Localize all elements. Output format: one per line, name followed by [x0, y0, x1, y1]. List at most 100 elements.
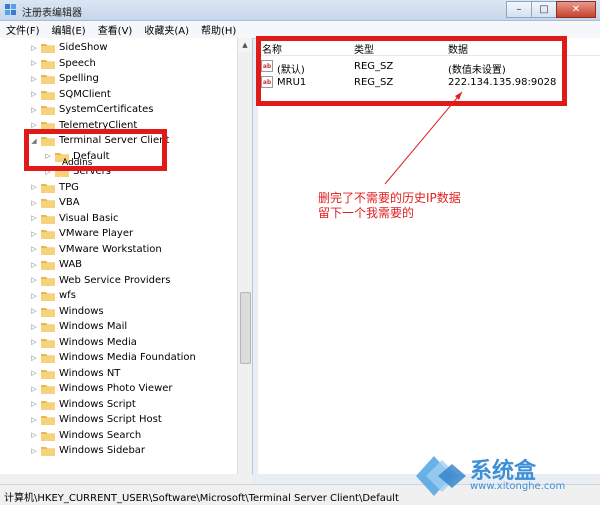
- menu-help[interactable]: 帮助(H): [195, 22, 242, 37]
- tree-item[interactable]: ▷ SideShow: [30, 40, 108, 55]
- folder-icon: [41, 321, 55, 332]
- expand-icon[interactable]: ▷: [30, 276, 38, 284]
- tree-item[interactable]: ▷ Windows Script: [30, 397, 136, 412]
- folder-icon: [41, 58, 55, 69]
- folder-icon: [41, 182, 55, 193]
- tree-item[interactable]: ▷ WAB: [30, 257, 82, 272]
- expand-icon[interactable]: ▷: [30, 230, 38, 238]
- expand-icon[interactable]: ▷: [30, 307, 38, 315]
- expand-icon[interactable]: ▷: [30, 447, 38, 455]
- window-title: 注册表编辑器: [22, 8, 82, 19]
- tree-item-label: WAB: [59, 259, 83, 270]
- folder-icon: [41, 259, 55, 270]
- tree-item-label: Windows Media Foundation: [59, 352, 196, 363]
- tree-item[interactable]: ▷ SQMClient: [30, 87, 111, 102]
- expand-icon[interactable]: ▷: [30, 245, 38, 253]
- expand-icon[interactable]: ▷: [30, 369, 38, 377]
- title-bar[interactable]: 注册表编辑器 – □ ✕: [0, 0, 600, 21]
- tree-item-label: Windows Media: [59, 336, 137, 348]
- expand-icon[interactable]: ▷: [30, 59, 38, 67]
- tree-item-label: SQMClient: [59, 88, 111, 100]
- expand-icon[interactable]: ▷: [30, 323, 38, 331]
- tree-item[interactable]: ▷ SystemCertificates: [30, 102, 153, 117]
- menu-view[interactable]: 查看(V): [92, 22, 139, 37]
- folder-icon: [41, 290, 55, 301]
- tree-item[interactable]: ▷ Windows Photo Viewer: [30, 381, 173, 396]
- expand-icon[interactable]: ▷: [30, 121, 38, 129]
- scroll-up-arrow-icon[interactable]: ▲: [238, 38, 252, 52]
- folder-icon: [41, 89, 55, 100]
- annotation-text: 删完了不需要的历史IP数据 留下一个我需要的: [318, 191, 461, 221]
- expand-icon[interactable]: ▷: [30, 183, 38, 191]
- tree-item[interactable]: ▷ TPG: [30, 180, 79, 195]
- tree-item-label: TPG: [59, 181, 79, 193]
- expand-icon[interactable]: ▷: [30, 431, 38, 439]
- tree-item[interactable]: ▷ Windows Search: [30, 428, 141, 443]
- expand-icon[interactable]: ▷: [30, 214, 38, 222]
- menu-edit[interactable]: 编辑(E): [46, 22, 92, 37]
- tree-item[interactable]: ▷ Visual Basic: [30, 211, 119, 226]
- folder-icon: [41, 197, 55, 208]
- tree-item-label: Windows Mail: [59, 321, 128, 332]
- expand-icon[interactable]: ▷: [30, 338, 38, 346]
- tree-item-label: Windows Script: [59, 398, 136, 410]
- tree-item[interactable]: ▷ VMware Player: [30, 226, 133, 241]
- tree-item-label: Visual Basic: [59, 212, 119, 224]
- regedit-app-icon: [5, 4, 16, 15]
- folder-icon: [41, 337, 55, 348]
- expand-icon[interactable]: ▷: [30, 75, 38, 83]
- tree-item-label: Windows Search: [59, 429, 142, 441]
- tree-item[interactable]: ▷ Windows Mail: [30, 319, 127, 334]
- tree-item[interactable]: ▷ Web Service Providers: [30, 273, 171, 288]
- tree-item[interactable]: ▷ Windows Sidebar: [30, 443, 145, 458]
- tree-item[interactable]: ▷ VMware Workstation: [30, 242, 162, 257]
- tree-item[interactable]: ▷ Windows Script Host: [30, 412, 162, 427]
- tree-item-label: Windows Photo Viewer: [59, 383, 173, 394]
- key-tree-pane[interactable]: ▲ ▷ SideShow ▷ Speech ▷ Spelling ▷ SQMClient ▷ Sy…: [0, 38, 253, 474]
- folder-icon: [41, 445, 55, 456]
- tree-vertical-scrollbar[interactable]: ▲: [237, 38, 252, 474]
- folder-icon: [41, 399, 55, 410]
- expand-icon[interactable]: ▷: [30, 385, 38, 393]
- tree-item-label: VMware Workstation: [59, 243, 162, 255]
- tree-item[interactable]: ▷ Speech: [30, 56, 96, 71]
- tree-item-label: SystemCertificates: [59, 104, 154, 115]
- tree-item[interactable]: ▷ Spelling: [30, 71, 99, 86]
- maximize-icon: □: [539, 4, 549, 15]
- folder-icon: [41, 244, 55, 255]
- folder-icon: [41, 228, 55, 239]
- watermark-url: www.xitonghe.com: [470, 481, 566, 492]
- expand-icon[interactable]: ▷: [30, 106, 38, 114]
- minimize-button[interactable]: –: [506, 1, 532, 18]
- expand-icon[interactable]: ▷: [30, 44, 38, 52]
- tree-item[interactable]: ▷ Windows NT: [30, 366, 120, 381]
- expand-icon[interactable]: ▷: [30, 292, 38, 300]
- tree-item-label: Speech: [59, 57, 96, 69]
- expand-icon[interactable]: ▷: [30, 90, 38, 98]
- folder-icon: [41, 275, 55, 286]
- scrollbar-thumb[interactable]: [240, 292, 251, 364]
- tree-item[interactable]: ▷ Windows Media Foundation: [30, 350, 196, 365]
- menu-favorites[interactable]: 收藏夹(A): [138, 22, 195, 37]
- tree-item[interactable]: ▷ Windows: [30, 304, 104, 319]
- minimize-icon: –: [516, 4, 522, 15]
- tree-item[interactable]: ▷ Windows Media: [30, 335, 137, 350]
- tree-item-label: Windows NT: [59, 367, 121, 379]
- maximize-button[interactable]: □: [531, 1, 557, 18]
- folder-icon: [41, 306, 55, 317]
- expand-icon[interactable]: ▷: [30, 354, 38, 362]
- tree-item-label: SideShow: [59, 42, 108, 53]
- annotation-line-1: 删完了不需要的历史IP数据: [318, 191, 461, 205]
- folder-icon: [41, 383, 55, 394]
- expand-icon[interactable]: ▷: [30, 400, 38, 408]
- expand-icon[interactable]: ▷: [30, 416, 38, 424]
- expand-icon[interactable]: ▷: [30, 199, 38, 207]
- tree-item-label: Windows: [59, 305, 104, 317]
- tree-item[interactable]: ▷ wfs: [30, 288, 76, 303]
- highlight-box-tree: [24, 129, 167, 171]
- tree-item[interactable]: ▷ VBA: [30, 195, 80, 210]
- expand-icon[interactable]: ▷: [30, 261, 38, 269]
- tree-horizontal-scrollbar[interactable]: [0, 474, 252, 484]
- close-button[interactable]: ✕: [556, 1, 596, 18]
- menu-file[interactable]: 文件(F): [0, 22, 46, 37]
